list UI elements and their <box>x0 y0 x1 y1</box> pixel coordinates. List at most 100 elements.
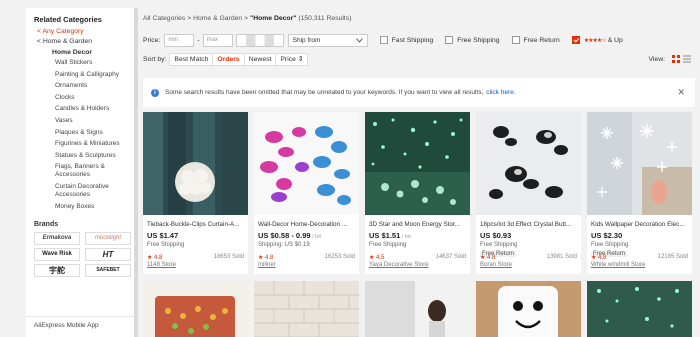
click-here-link[interactable]: click here. <box>486 89 515 96</box>
rating-checkbox[interactable] <box>571 36 580 44</box>
product-price: US $0.58 - 0.99 / lot <box>258 231 355 240</box>
free-return-filter[interactable]: Free Return <box>511 36 560 44</box>
product-title[interactable]: Wall-Decor Home-Decoration ... <box>258 221 355 228</box>
sidebar-item-candles[interactable]: Candles & Holders <box>34 105 134 113</box>
chevron-down-icon <box>355 37 363 43</box>
rating-filter[interactable]: ★★★★☆ & Up <box>571 36 623 44</box>
sidebar-item-vases[interactable]: Vases <box>34 117 134 125</box>
product-card[interactable] <box>143 281 248 337</box>
home-garden-link[interactable]: < Home & Garden <box>34 38 134 45</box>
filter-row: Price: min - max Ship from Fast Shipping… <box>143 32 695 48</box>
price-ok-button[interactable] <box>235 33 284 47</box>
brand-ermakova[interactable]: Ermakova <box>34 231 80 245</box>
free-shipping-filter[interactable]: Free Shipping <box>445 36 500 44</box>
rating-stars-icon: ★★★★☆ <box>583 37 607 44</box>
sidebar-item-painting[interactable]: Painting & Calligraphy <box>34 71 134 79</box>
list-view-icon[interactable] <box>683 55 691 63</box>
ship-from-value: Ship from <box>292 36 321 44</box>
store-link[interactable]: miliner <box>258 262 276 268</box>
sidebar-item-curtain[interactable]: Curtain Decorative Accessories <box>34 183 134 199</box>
product-image-snowflake-wallpaper[interactable] <box>587 112 692 215</box>
product-card[interactable]: Tieback-Buckle-Clips Curtain-A... US $1.… <box>143 112 248 274</box>
brand-moonlight[interactable]: moonlight <box>85 231 131 245</box>
info-icon: i <box>151 88 159 97</box>
product-image-butterfly-wall-decor[interactable] <box>254 112 359 215</box>
sidebar-item-flags[interactable]: Flags, Banners & Accessories <box>34 163 134 179</box>
product-card[interactable] <box>254 281 359 337</box>
product-title[interactable]: 3D Star and Moon Energy Stor... <box>369 221 466 228</box>
main-content: All Categories > Home & Garden > "Home D… <box>143 8 695 337</box>
sidebar-item-clocks[interactable]: Clocks <box>34 94 134 102</box>
brand-safebet[interactable]: SAFEBET <box>85 263 131 277</box>
ship-from-select[interactable]: Ship from <box>287 33 368 47</box>
product-card[interactable]: 3D Star and Moon Energy Stor... US $1.51… <box>365 112 470 274</box>
sort-newest[interactable]: Newest <box>243 52 277 66</box>
brand-wave-risk[interactable]: Wave Risk <box>34 247 80 261</box>
price-label: Price: <box>143 36 161 44</box>
notice-text: Some search results have been omitted th… <box>165 89 484 96</box>
breadcrumb-home-garden[interactable]: Home & Garden <box>193 15 242 22</box>
fast-shipping-filter[interactable]: Fast Shipping <box>379 36 433 44</box>
product-image-glow-stars-2[interactable] <box>587 281 692 337</box>
breadcrumb-sep: > <box>187 15 192 22</box>
sidebar-item-statues[interactable]: Statues & Sculptures <box>34 152 134 160</box>
store-link[interactable]: Boran Store <box>480 262 512 268</box>
sidebar-item-plaques[interactable]: Plaques & Signs <box>34 129 134 137</box>
product-image-glow-stars[interactable] <box>365 112 470 215</box>
shipping-info: Free Shipping <box>591 242 629 248</box>
free-return-checkbox[interactable] <box>511 36 520 44</box>
view-label: View: <box>648 55 666 63</box>
sidebar-scrollbar[interactable] <box>134 8 138 337</box>
free-shipping-label: Free Shipping <box>457 36 500 44</box>
price-value: US $1.47 <box>147 231 179 240</box>
product-card[interactable]: Kids Wallpaper Decoration Elec... US $2.… <box>587 112 692 274</box>
sort-label: Sort by: <box>143 55 167 63</box>
and-up-label: & Up <box>607 36 623 44</box>
product-rating: ★ 4.5 <box>369 255 385 261</box>
price-dash: - <box>197 36 200 44</box>
shipping-info: Free Shipping <box>369 242 407 248</box>
store-link[interactable]: Yaya Decorative Store <box>369 262 429 268</box>
product-title[interactable]: Tieback-Buckle-Clips Curtain-A... <box>147 221 244 228</box>
any-category-link[interactable]: < Any Category <box>34 28 134 35</box>
product-image-curtain-tieback[interactable] <box>143 112 248 215</box>
product-card[interactable] <box>476 281 581 337</box>
brand-ht[interactable]: HT <box>85 247 131 261</box>
shipping-info: Free Shipping <box>480 242 518 248</box>
sidebar-item-ornaments[interactable]: Ornaments <box>34 82 134 90</box>
sort-best-match[interactable]: Best Match <box>169 52 214 66</box>
price-max-input[interactable]: max <box>202 33 233 47</box>
result-count: (150,311 Results) <box>298 15 352 22</box>
sidebar: Related Categories < Any Category < Home… <box>26 8 134 337</box>
product-image-gel-beads[interactable] <box>143 281 248 337</box>
store-link[interactable]: 1148 Store <box>147 262 176 268</box>
product-image-toilet-sticker[interactable] <box>476 281 581 337</box>
mobile-app-link[interactable]: AliExpress Mobile App <box>34 322 99 329</box>
fast-shipping-checkbox[interactable] <box>379 36 388 44</box>
price-min-input[interactable]: min <box>164 33 195 47</box>
grid-view-icon[interactable] <box>672 55 680 63</box>
product-sold: 18653 Sold <box>213 254 244 260</box>
sidebar-item-wall-stickers[interactable]: Wall Stickers <box>34 59 134 67</box>
product-card[interactable]: 18pcs/lot 3d Effect Crystal Butt... US $… <box>476 112 581 274</box>
price-value: US $0.93 <box>480 231 512 240</box>
free-shipping-checkbox[interactable] <box>445 36 454 44</box>
product-card[interactable]: Wall-Decor Home-Decoration ... US $0.58 … <box>254 112 359 274</box>
product-title[interactable]: Kids Wallpaper Decoration Elec... <box>591 221 688 228</box>
breadcrumb-all[interactable]: All Categories <box>143 15 185 22</box>
product-image-crystal-butterflies[interactable] <box>476 112 581 215</box>
close-icon[interactable]: ✕ <box>677 87 685 98</box>
price-unit: / lot <box>400 234 411 240</box>
sort-price[interactable]: Price ⇕ <box>275 52 309 66</box>
product-rating: ★ 4.8 <box>258 255 274 261</box>
product-title[interactable]: 18pcs/lot 3d Effect Crystal Butt... <box>480 221 577 228</box>
product-card[interactable] <box>365 281 470 337</box>
sidebar-item-money-boxes[interactable]: Money Boxes <box>34 203 134 211</box>
sort-orders[interactable]: Orders <box>212 52 245 66</box>
product-card[interactable] <box>587 281 692 337</box>
product-image-wall-sticker[interactable] <box>365 281 470 337</box>
product-image-3d-brick-wall[interactable] <box>254 281 359 337</box>
sidebar-item-figurines[interactable]: Figurines & Miniatures <box>34 140 134 148</box>
brand-yuduo[interactable]: 宇舵 <box>34 263 80 277</box>
store-link[interactable]: White windmill Store <box>591 262 645 268</box>
